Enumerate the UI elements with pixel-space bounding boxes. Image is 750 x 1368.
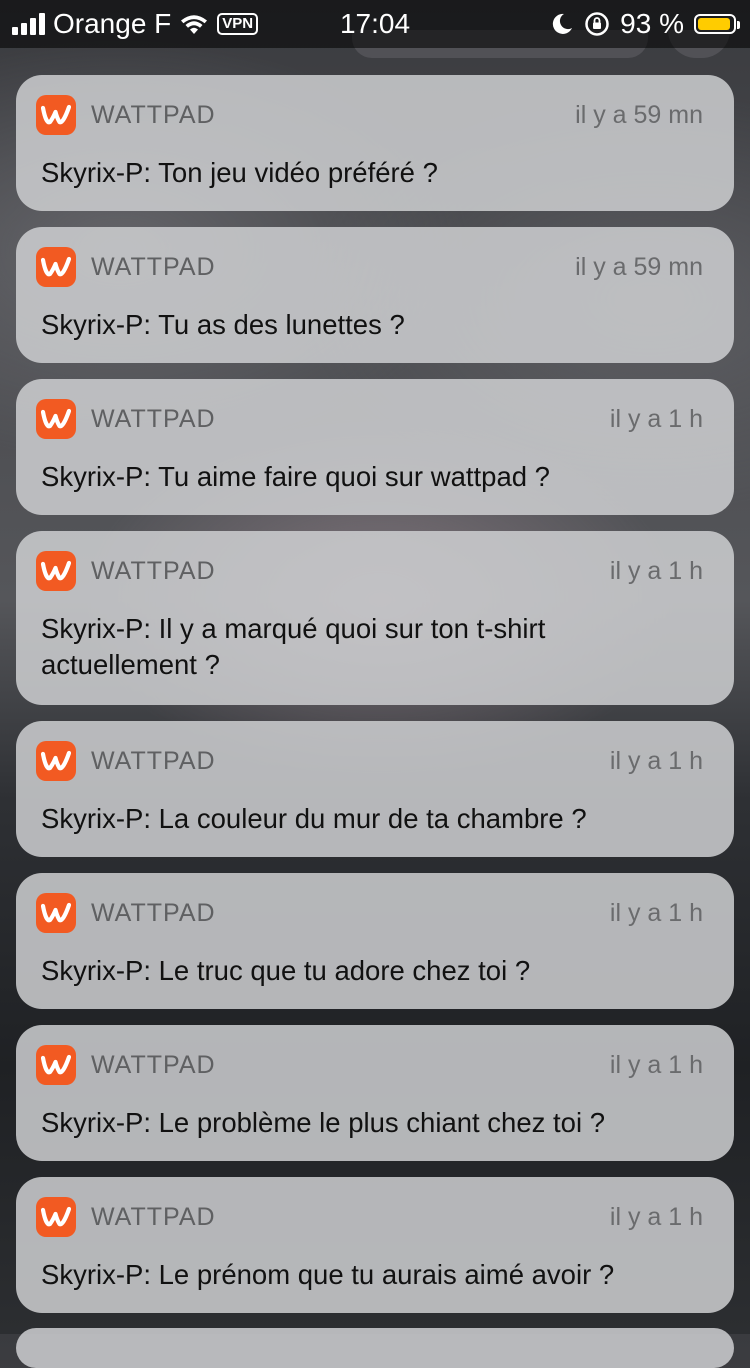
battery-level-fill bbox=[698, 18, 730, 30]
notification-timestamp: il y a 1 h bbox=[609, 557, 703, 585]
wattpad-logo-icon bbox=[36, 247, 76, 287]
notification-message: Skyrix-P: Le problème le plus chiant che… bbox=[41, 1107, 606, 1138]
notification-timestamp: il y a 1 h bbox=[609, 405, 703, 433]
wattpad-logo-icon bbox=[36, 893, 76, 933]
notification-timestamp: il y a 1 h bbox=[609, 899, 703, 927]
notification-app-name: WATTPAD bbox=[91, 1203, 216, 1231]
notification-app-name: WATTPAD bbox=[91, 101, 216, 129]
notification-message: Skyrix-P: Tu as des lunettes ? bbox=[41, 309, 405, 340]
wattpad-logo-icon bbox=[36, 1197, 76, 1237]
notification-timestamp: il y a 1 h bbox=[609, 1051, 703, 1079]
notification-message: Skyrix-P: Ton jeu vidéo préféré ? bbox=[41, 157, 438, 188]
wattpad-logo-icon bbox=[36, 95, 76, 135]
notification-card[interactable]: WATTPAD il y a 1 h Skyrix-P: Le prénom que… bbox=[16, 1177, 734, 1313]
notification-card[interactable]: WATTPAD il y a 1 h Skyrix-P: Le problème l… bbox=[16, 1025, 734, 1161]
status-bar: Orange F VPN 17:04 93 % bbox=[0, 0, 750, 48]
notification-card[interactable]: WATTPAD il y a 1 h Skyrix-P: Il y a marqué… bbox=[16, 531, 734, 705]
battery-cap bbox=[737, 21, 740, 29]
notification-card[interactable]: WATTPAD il y a 1 h Skyrix-P: La couleur du… bbox=[16, 721, 734, 857]
notification-app-name: WATTPAD bbox=[91, 899, 216, 927]
wattpad-logo-icon bbox=[36, 551, 76, 591]
status-right: 93 % bbox=[550, 8, 740, 40]
wattpad-logo-icon bbox=[36, 399, 76, 439]
notification-message: Skyrix-P: Il y a marqué quoi sur ton t-s… bbox=[41, 613, 546, 680]
notification-timestamp: il y a 59 mn bbox=[575, 253, 703, 281]
notification-timestamp: il y a 59 mn bbox=[575, 101, 703, 129]
wattpad-logo-icon bbox=[36, 1045, 76, 1085]
notification-card[interactable]: WATTPAD il y a 1 h Skyrix-P: Tu aime faire… bbox=[16, 379, 734, 515]
wattpad-logo-icon bbox=[36, 741, 76, 781]
notification-message: Skyrix-P: Tu aime faire quoi sur wattpad… bbox=[41, 461, 550, 492]
next-notification-peek bbox=[16, 1328, 734, 1368]
notification-app-name: WATTPAD bbox=[91, 557, 216, 585]
notification-message: Skyrix-P: Le prénom que tu aurais aimé a… bbox=[41, 1259, 615, 1290]
moon-icon bbox=[553, 13, 573, 34]
notification-message: Skyrix-P: La couleur du mur de ta chambr… bbox=[41, 803, 587, 834]
notification-app-name: WATTPAD bbox=[91, 405, 216, 433]
notification-card[interactable]: WATTPAD il y a 59 mn Skyrix-P: Ton jeu vid… bbox=[16, 75, 734, 211]
battery-percent: 93 % bbox=[620, 8, 684, 39]
notification-timestamp: il y a 1 h bbox=[609, 747, 703, 775]
rotation-lock-icon bbox=[585, 12, 609, 36]
notification-app-name: WATTPAD bbox=[91, 747, 216, 775]
notification-app-name: WATTPAD bbox=[91, 253, 216, 281]
notification-card[interactable]: WATTPAD il y a 1 h Skyrix-P: Le truc que t… bbox=[16, 873, 734, 1009]
notification-message: Skyrix-P: Le truc que tu adore chez toi … bbox=[41, 955, 531, 986]
notification-card[interactable]: WATTPAD il y a 59 mn Skyrix-P: Tu as des l… bbox=[16, 227, 734, 363]
battery-icon bbox=[694, 14, 740, 34]
notification-app-name: WATTPAD bbox=[91, 1051, 216, 1079]
notification-timestamp: il y a 1 h bbox=[609, 1203, 703, 1231]
